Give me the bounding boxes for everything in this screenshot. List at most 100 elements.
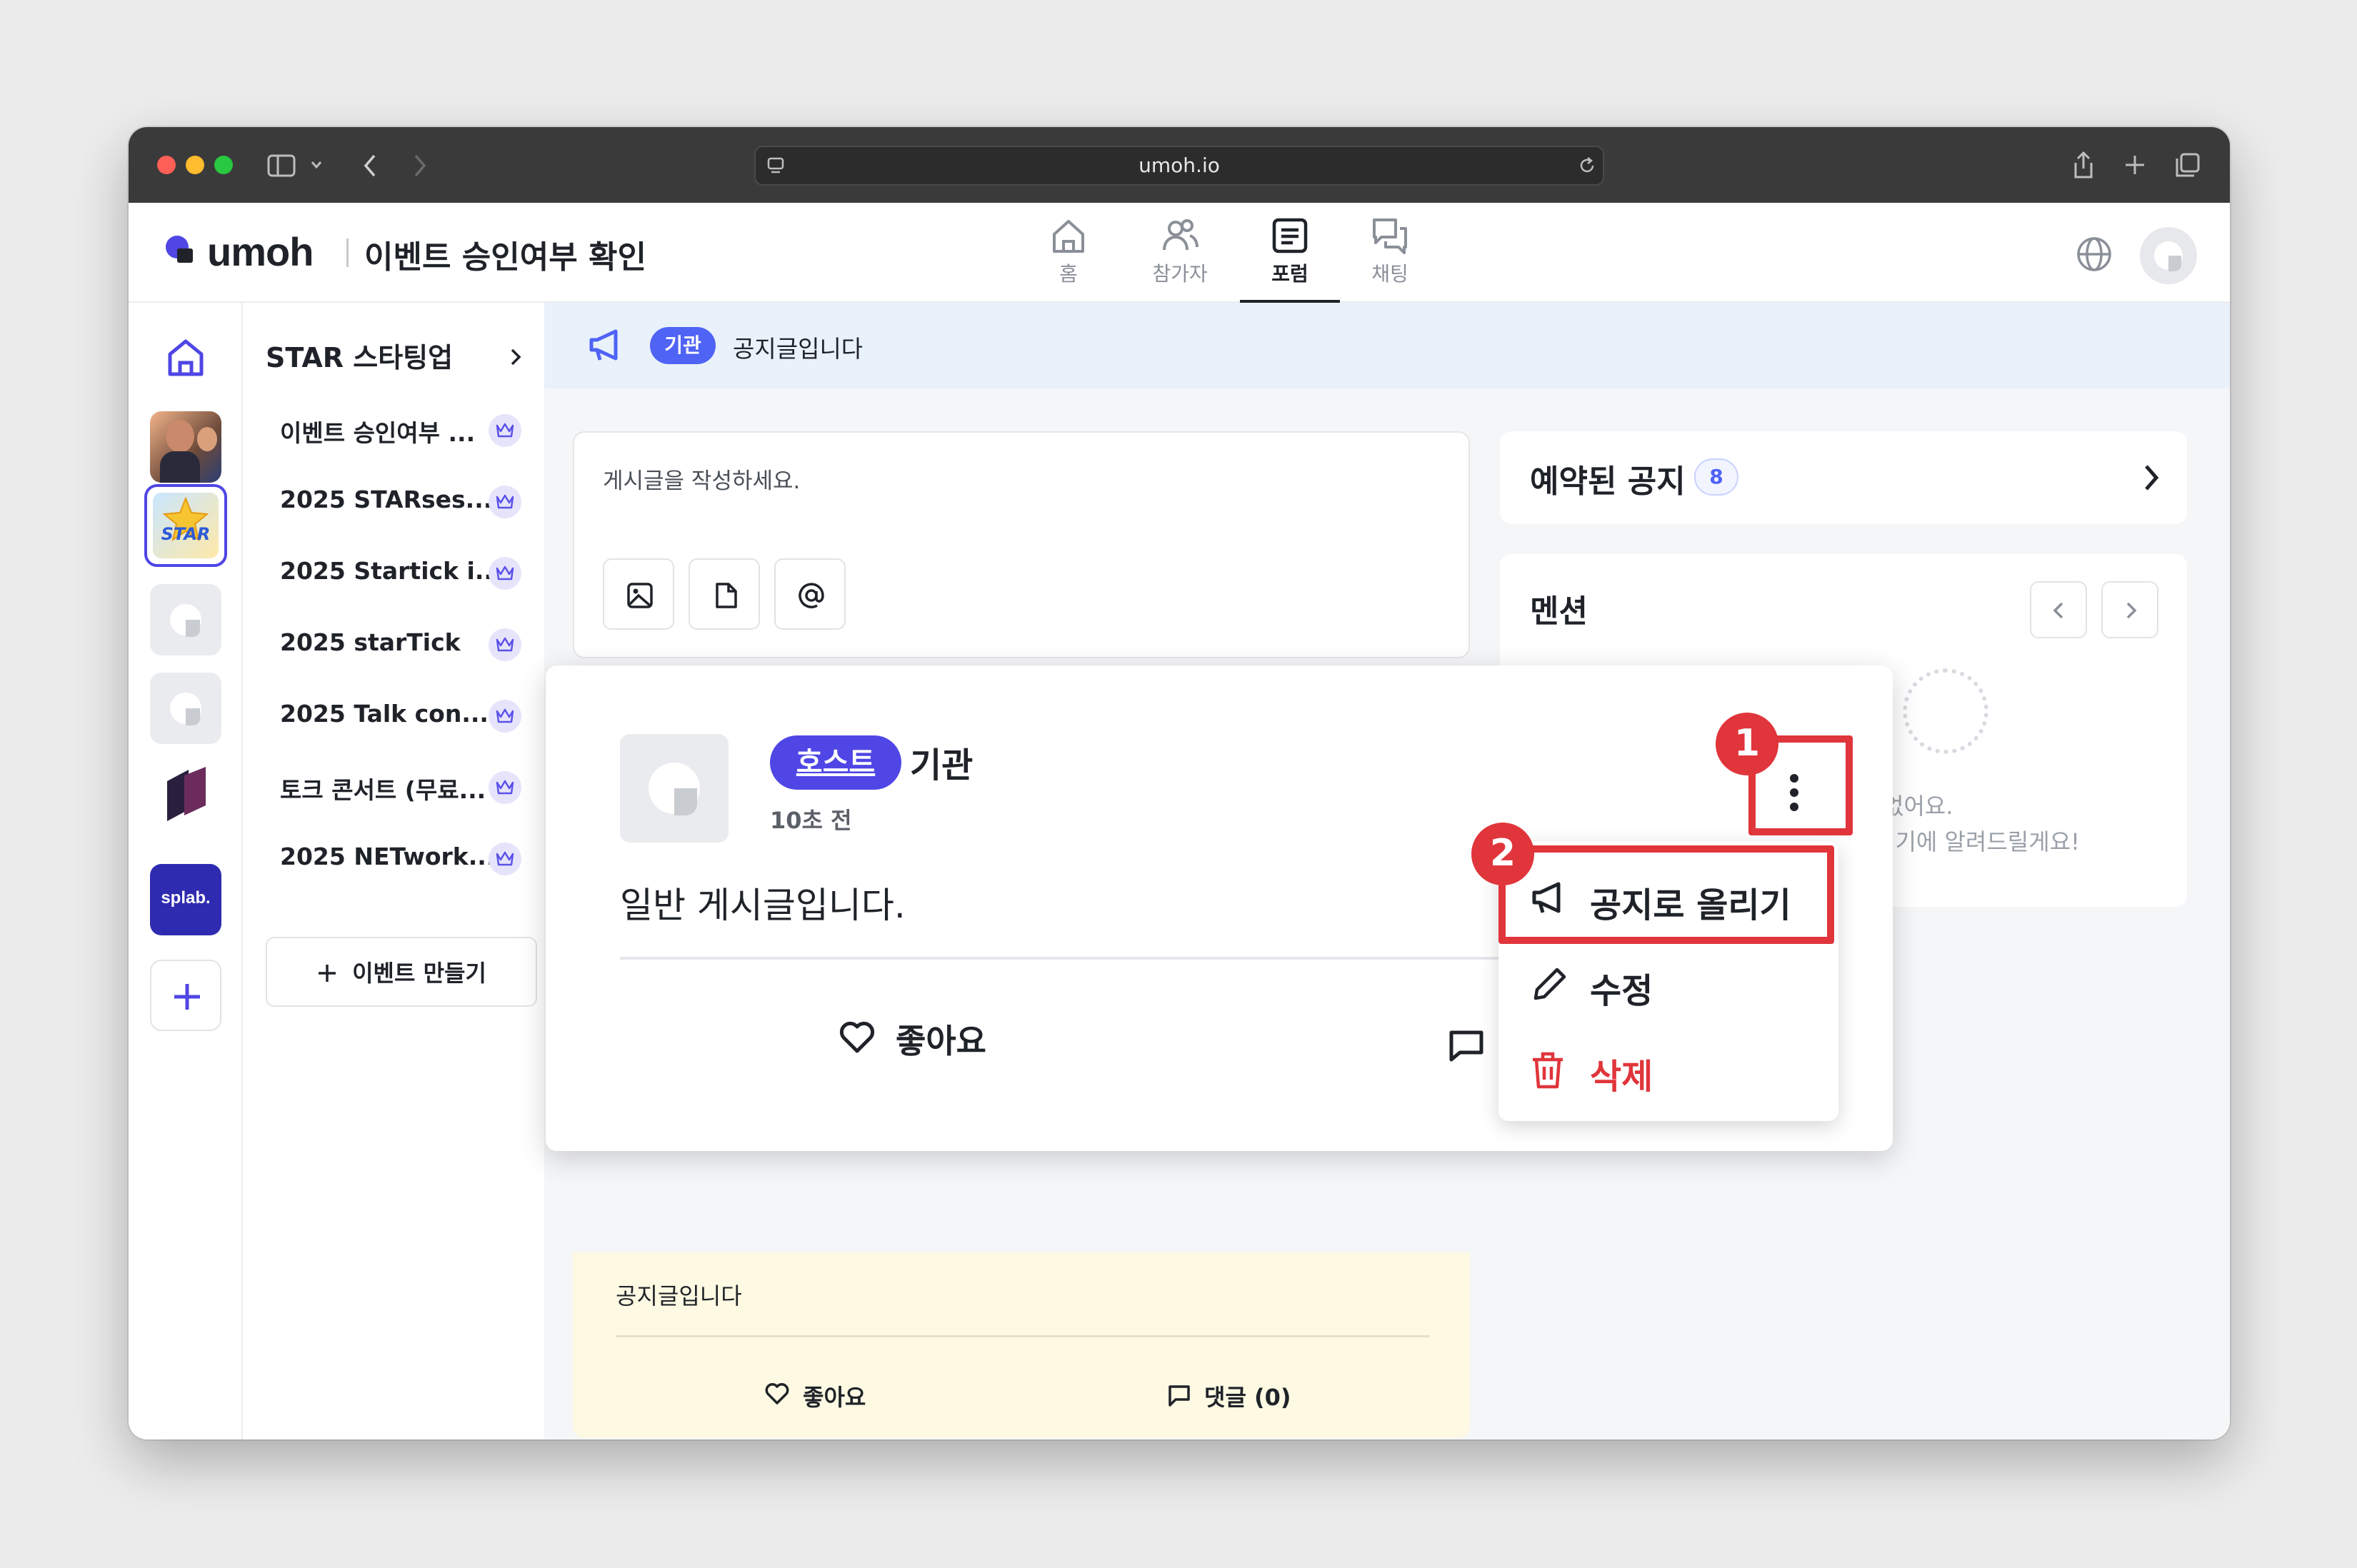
header-divider xyxy=(346,238,349,267)
crown-icon xyxy=(489,700,521,733)
share-icon[interactable] xyxy=(2071,150,2096,180)
event-rail: STAR splab. xyxy=(129,303,243,1439)
mentions-title: 멘션 xyxy=(1530,593,1588,630)
annotation-step-2: 2 xyxy=(1471,823,1534,885)
chevron-right-icon[interactable] xyxy=(509,347,523,367)
rail-event-placeholder-1[interactable] xyxy=(150,584,221,655)
chat-icon xyxy=(1373,218,1407,254)
chevron-left-icon xyxy=(2053,602,2063,619)
sidebar-item-label: 2025 Talk con... xyxy=(280,700,489,728)
tab-chat-label: 채팅 xyxy=(1371,262,1408,286)
post-like-label: 좋아요 xyxy=(896,1022,986,1060)
notice-post-card: 공지글입니다 좋아요 댓글 (0) xyxy=(573,1252,1470,1438)
mentions-empty-line1: 없어요. xyxy=(1883,793,1953,820)
maximize-window-button[interactable] xyxy=(214,156,233,174)
user-avatar[interactable] xyxy=(2140,227,2197,284)
mentions-prev-button[interactable] xyxy=(2030,581,2087,638)
crown-icon xyxy=(489,771,521,804)
forward-icon[interactable] xyxy=(411,153,429,179)
chevron-down-icon[interactable] xyxy=(310,160,323,170)
users-icon xyxy=(1163,219,1198,251)
sidebar-item-event-4[interactable]: 2025 starTick xyxy=(280,628,461,656)
tab-participants-label: 참가자 xyxy=(1152,262,1208,286)
comment-icon xyxy=(1169,1385,1190,1407)
sidebar-item-label: 2025 NETwork... xyxy=(280,843,496,870)
sidebar-item-event-1[interactable]: 이벤트 승인여부 ... xyxy=(280,414,475,448)
post-divider xyxy=(620,957,1520,960)
notice-post-body: 공지글입니다 xyxy=(616,1282,742,1310)
plus-icon xyxy=(174,984,200,1010)
minimize-window-button[interactable] xyxy=(186,156,204,174)
reserved-notices-card[interactable]: 예약된 공지 8 xyxy=(1500,431,2187,524)
back-icon[interactable] xyxy=(361,153,379,179)
star-logo-text: STAR xyxy=(161,524,211,544)
tab-overview-icon[interactable] xyxy=(2174,151,2201,179)
sidebar-item-event-2[interactable]: 2025 STARses... xyxy=(280,486,492,513)
new-tab-icon[interactable] xyxy=(2123,153,2147,177)
post-author-name[interactable]: 기관 xyxy=(910,737,973,787)
post-composer[interactable]: 게시글을 작성하세요. xyxy=(573,431,1470,658)
avatar-placeholder-icon xyxy=(2154,241,2183,271)
tab-forum-label: 포럼 xyxy=(1271,262,1308,286)
notice-org-badge: 기관 xyxy=(650,327,716,364)
attach-image-button[interactable] xyxy=(603,558,674,630)
annotation-highlight-pin xyxy=(1498,845,1834,944)
rail-add-event-button[interactable] xyxy=(150,960,221,1031)
notice-comment-label: 댓글 (0) xyxy=(1204,1384,1291,1411)
app-header: umoh 이벤트 승인여부 확인 홈 참가자 포럼 채팅 xyxy=(129,203,2230,303)
tab-home-label: 홈 xyxy=(1059,262,1078,286)
rail-event-avatar-image[interactable] xyxy=(150,411,221,483)
sidebar-toggle-icon[interactable] xyxy=(267,154,296,177)
sidebar-item-event-3[interactable]: 2025 Startick i... xyxy=(280,557,501,585)
globe-icon[interactable] xyxy=(2076,236,2113,273)
reserved-count-badge: 8 xyxy=(1694,458,1738,496)
tab-forum[interactable]: 포럼 xyxy=(1240,210,1340,303)
comment-icon[interactable] xyxy=(1448,1030,1484,1062)
mentions-next-button[interactable] xyxy=(2101,581,2158,638)
rail-event-star[interactable]: STAR xyxy=(144,484,227,567)
post-author-avatar[interactable] xyxy=(620,734,729,843)
attach-file-button[interactable] xyxy=(689,558,760,630)
host-badge: 호스트 xyxy=(770,735,901,790)
brand-name[interactable]: umoh xyxy=(207,228,314,275)
sidebar-item-label: 이벤트 승인여부 ... xyxy=(280,419,476,447)
sidebar-item-label: 2025 STARses... xyxy=(280,486,493,513)
composer-placeholder[interactable]: 게시글을 작성하세요. xyxy=(603,463,800,495)
megaphone-icon xyxy=(589,329,618,361)
chevron-right-icon xyxy=(2126,602,2137,619)
crown-icon xyxy=(489,486,521,518)
tab-chat[interactable]: 채팅 xyxy=(1340,210,1440,301)
sidebar-item-event-7[interactable]: 2025 NETwork... xyxy=(280,843,495,870)
sidebar-item-event-6[interactable]: 토크 콘서트 (무료... xyxy=(280,771,486,805)
annotation-step-1: 1 xyxy=(1716,713,1778,775)
heart-icon xyxy=(765,1383,789,1404)
placeholder-logo-icon xyxy=(170,604,201,637)
rail-event-logo-icon[interactable] xyxy=(160,767,211,827)
heart-icon xyxy=(839,1021,875,1053)
rail-event-splab[interactable]: splab. xyxy=(150,864,221,935)
home-icon xyxy=(1053,220,1084,253)
organization-title[interactable]: STAR 스타팅업 xyxy=(266,336,453,375)
pinned-notice-bar[interactable]: 기관 공지글입니다 xyxy=(544,303,2230,388)
reload-icon[interactable] xyxy=(1577,156,1597,176)
post-timestamp: 10초 전 xyxy=(770,807,852,834)
rail-event-placeholder-2[interactable] xyxy=(150,673,221,744)
post-body: 일반 게시글입니다. xyxy=(620,885,906,926)
plus-icon xyxy=(319,965,336,982)
close-window-button[interactable] xyxy=(157,156,176,174)
umoh-logo-icon[interactable] xyxy=(164,234,196,266)
notice-like-label: 좋아요 xyxy=(803,1384,866,1411)
tab-home[interactable]: 홈 xyxy=(1019,210,1119,301)
sidebar-item-label: 2025 Startick i... xyxy=(280,557,502,585)
menu-item-label: 삭제 xyxy=(1590,1057,1653,1097)
mention-button[interactable] xyxy=(774,558,846,630)
browser-titlebar: umoh.io xyxy=(129,127,2230,203)
address-bar[interactable]: umoh.io xyxy=(754,146,1604,186)
create-event-button[interactable]: 이벤트 만들기 xyxy=(266,937,537,1007)
tab-participants[interactable]: 참가자 xyxy=(1130,210,1230,301)
forum-icon xyxy=(1272,218,1308,253)
sidebar-item-event-5[interactable]: 2025 Talk con... xyxy=(280,700,489,728)
file-icon xyxy=(716,583,737,608)
at-sign-icon xyxy=(799,583,824,608)
rail-home-icon[interactable] xyxy=(163,334,209,380)
